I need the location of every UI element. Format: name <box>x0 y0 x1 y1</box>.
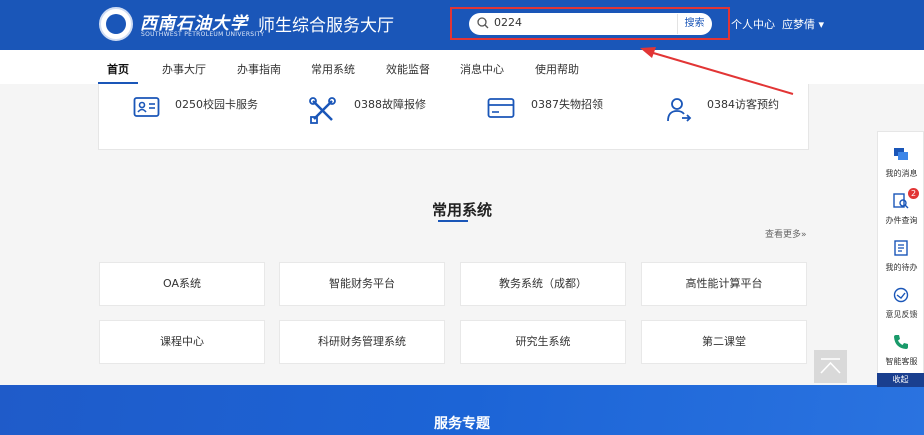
search-button[interactable]: 搜索 <box>677 14 711 34</box>
nav-item-common-systems[interactable]: 常用系统 <box>311 61 355 77</box>
quick-services-card: 0250校园卡服务 0388故障报修 0387失物招领 0384访客预约 <box>98 84 809 150</box>
system-second-classroom[interactable]: 第二课堂 <box>641 320 807 364</box>
search-icon <box>477 17 489 29</box>
system-hpc[interactable]: 高性能计算平台 <box>641 262 807 306</box>
common-systems-title: 常用系统 <box>431 201 492 219</box>
view-more-link[interactable]: 查看更多» <box>765 227 807 240</box>
nav-item-message-center[interactable]: 消息中心 <box>460 61 504 77</box>
nav-item-service-hall[interactable]: 办事大厅 <box>162 61 206 77</box>
search-value: 0224 <box>494 16 522 29</box>
credit-card-icon <box>487 98 515 118</box>
message-icon <box>894 148 908 160</box>
nav-item-supervision[interactable]: 效能监督 <box>386 61 430 77</box>
nav-item-help[interactable]: 使用帮助 <box>535 61 579 77</box>
school-name-en: SOUTHWEST PETROLEUM UNIVERSITY <box>141 31 265 38</box>
back-to-top-button[interactable] <box>814 350 847 383</box>
document-search-icon <box>893 193 909 209</box>
personal-center-link[interactable]: 个人中心 <box>731 16 775 32</box>
feedback-icon <box>893 287 909 303</box>
system-course-center[interactable]: 课程中心 <box>99 320 265 364</box>
system-finance[interactable]: 智能财务平台 <box>279 262 445 306</box>
nav-item-home[interactable]: 首页 <box>107 61 129 77</box>
service-topics-title: 服务专题 <box>434 416 490 432</box>
todo-list-icon <box>894 240 908 256</box>
system-graduate[interactable]: 研究生系统 <box>460 320 626 364</box>
user-name: 应梦倩 <box>782 18 815 31</box>
arrow-up-icon <box>820 358 841 374</box>
phone-icon <box>894 335 908 349</box>
side-item-case-query[interactable]: 2 办件查询 <box>878 187 924 232</box>
system-research-finance[interactable]: 科研财务管理系统 <box>279 320 445 364</box>
main-nav: 首页 办事大厅 办事指南 常用系统 效能监督 消息中心 使用帮助 <box>0 50 924 84</box>
notification-badge: 2 <box>908 188 919 199</box>
id-card-icon <box>133 97 160 117</box>
common-systems-underline <box>438 220 468 222</box>
visitor-icon <box>667 98 692 122</box>
nav-item-guide[interactable]: 办事指南 <box>237 61 281 77</box>
user-menu[interactable]: 应梦倩 ▾ <box>782 16 824 32</box>
system-oa[interactable]: OA系统 <box>99 262 265 306</box>
side-panel: 我的消息 2 办件查询 我的待办 意见反馈 智能客服 <box>877 131 924 387</box>
side-item-my-todo[interactable]: 我的待办 <box>878 234 924 279</box>
side-item-my-messages[interactable]: 我的消息 <box>878 140 924 185</box>
caret-down-icon: ▾ <box>818 18 825 31</box>
system-academic[interactable]: 教务系统（成都） <box>460 262 626 306</box>
search-input[interactable]: 0224 <box>469 13 712 35</box>
side-item-feedback[interactable]: 意见反馈 <box>878 281 924 326</box>
tools-icon <box>309 97 336 124</box>
site-title: 师生综合服务大厅 <box>258 16 394 36</box>
side-item-smart-service[interactable]: 智能客服 <box>878 328 924 373</box>
collapse-button[interactable]: 收起 <box>877 373 924 387</box>
university-logo[interactable] <box>99 7 133 41</box>
